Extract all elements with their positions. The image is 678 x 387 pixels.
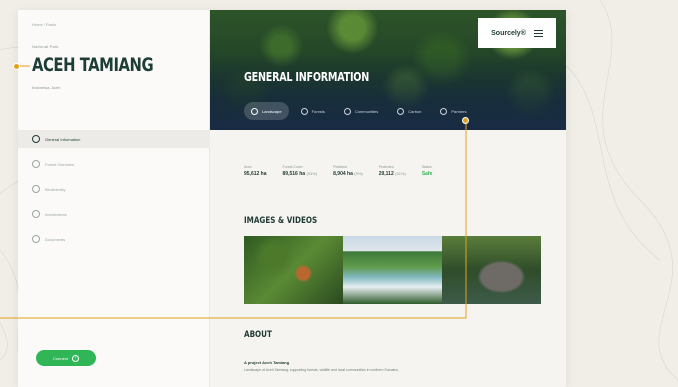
tab-communities[interactable]: Communities xyxy=(337,102,385,120)
app-window: Home / Parks National Park ACEH TAMIANG … xyxy=(18,10,566,387)
gallery-image-orangutan[interactable] xyxy=(244,236,343,304)
brand-logo[interactable]: Sourcely® xyxy=(491,30,526,37)
carbon-icon xyxy=(397,107,405,115)
doc-icon xyxy=(32,235,40,243)
stat-label: Area xyxy=(244,165,252,169)
about-text: Landscape of Aceh Tamiang, supporting fo… xyxy=(244,368,399,372)
sidebar-item-label: General Information xyxy=(45,136,81,142)
hero-banner: GENERAL INFORMATION Sourcely® Landscape … xyxy=(210,10,566,130)
stats-row: Area 95,612 ha Forest Cover 89,516 ha (9… xyxy=(244,165,432,177)
stat-label: Forest Cover xyxy=(282,165,303,169)
sidebar-nav: General Information Forest Overview Biod… xyxy=(18,130,210,255)
stat-label: Peatland xyxy=(333,165,347,169)
stat-status: Status Safe xyxy=(422,165,433,177)
landscape-icon xyxy=(251,107,258,115)
gallery-image-river[interactable] xyxy=(343,236,442,304)
main-content: GENERAL INFORMATION Sourcely® Landscape … xyxy=(210,10,566,387)
tab-partners[interactable]: Partners xyxy=(433,102,473,120)
tab-carbon[interactable]: Carbon xyxy=(390,102,428,120)
sidebar-item-forest-overview[interactable]: Forest Overview xyxy=(18,155,210,173)
leaf-icon xyxy=(32,185,40,193)
chart-icon xyxy=(32,210,40,218)
annotation-dot xyxy=(13,63,20,70)
sidebar-item-label: Investments xyxy=(45,211,67,217)
community-icon xyxy=(343,107,351,115)
status-badge: Safe xyxy=(421,171,433,177)
stat-value: 95,612 ha xyxy=(244,171,267,177)
stat-label: Status xyxy=(421,165,432,169)
forest-icon xyxy=(300,107,308,115)
arrow-right-icon: › xyxy=(71,354,79,362)
stat-value: 8,904 ha (9%) xyxy=(333,171,363,177)
tab-label: Forests xyxy=(311,108,325,114)
page-title: ACEH TAMIANG xyxy=(32,54,154,76)
connect-label: Connect xyxy=(53,355,68,361)
stat-protected: Protected 29,112 (31%) xyxy=(379,165,406,177)
gallery-title: IMAGES & VIDEOS xyxy=(244,216,318,226)
tab-landscape[interactable]: Landscape xyxy=(244,102,289,120)
sidebar-item-label: Documents xyxy=(45,236,66,242)
about-title: ABOUT xyxy=(244,330,272,340)
partners-icon xyxy=(440,107,448,115)
hero-title: GENERAL INFORMATION xyxy=(244,70,370,84)
stat-peatland: Peatland 8,904 ha (9%) xyxy=(333,165,363,177)
breadcrumb[interactable]: Home / Parks xyxy=(32,22,56,27)
tab-label: Partners xyxy=(451,108,467,114)
stat-label: Protected xyxy=(378,165,394,169)
connect-button[interactable]: Connect › xyxy=(36,350,96,366)
image-gallery xyxy=(244,236,541,304)
about-subtitle: A project Aceh Tamiang xyxy=(244,360,290,365)
info-icon xyxy=(32,135,40,143)
sidebar-item-biodiversity[interactable]: Biodiversity xyxy=(18,180,210,198)
sidebar-item-label: Forest Overview xyxy=(45,161,75,167)
hero-tabs: Landscape Forests Communities Carbon Par… xyxy=(244,102,474,120)
stat-value: 89,516 ha (93%) xyxy=(282,171,318,177)
sidebar-item-general-information[interactable]: General Information xyxy=(18,130,210,148)
park-subtitle: Indonesia, Aceh xyxy=(32,85,61,90)
brand-header: Sourcely® xyxy=(478,18,556,48)
sidebar: Home / Parks National Park ACEH TAMIANG … xyxy=(18,10,210,387)
tab-forests[interactable]: Forests xyxy=(294,102,332,120)
stat-forest-cover: Forest Cover 89,516 ha (93%) xyxy=(283,165,318,177)
sidebar-item-investments[interactable]: Investments xyxy=(18,205,210,223)
tab-label: Communities xyxy=(354,108,379,114)
sidebar-item-documents[interactable]: Documents xyxy=(18,230,210,248)
tab-label: Landscape xyxy=(262,108,282,114)
sidebar-item-label: Biodiversity xyxy=(45,186,66,192)
park-eyebrow: National Park xyxy=(32,44,59,49)
gallery-image-elephant[interactable] xyxy=(442,236,541,304)
stat-area: Area 95,612 ha xyxy=(244,165,267,177)
tree-icon xyxy=(32,160,40,168)
stat-value: 29,112 (31%) xyxy=(378,171,406,177)
tab-label: Carbon xyxy=(408,108,422,114)
menu-icon[interactable] xyxy=(533,29,543,37)
